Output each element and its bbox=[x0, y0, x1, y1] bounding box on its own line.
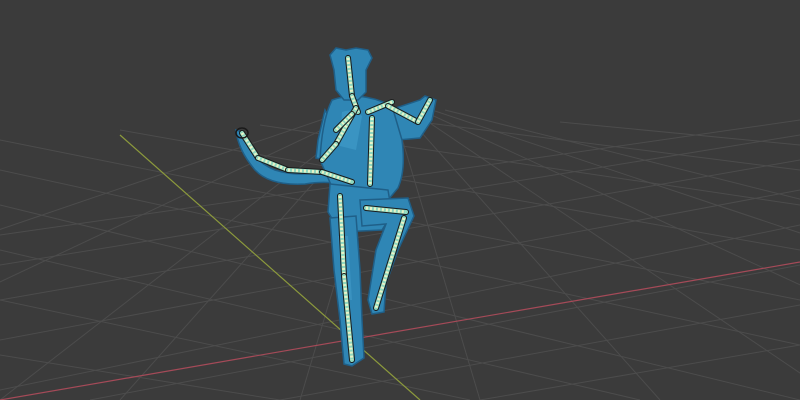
thigh-standing-bone[interactable] bbox=[337, 193, 347, 279]
tail-bone-3[interactable] bbox=[285, 167, 325, 175]
3d-viewport[interactable] bbox=[0, 0, 800, 400]
spine-head-bone[interactable] bbox=[345, 55, 355, 99]
thigh-raised-bone[interactable] bbox=[363, 205, 409, 215]
viewport-scene[interactable] bbox=[0, 0, 800, 400]
chest-bone[interactable] bbox=[367, 115, 375, 187]
